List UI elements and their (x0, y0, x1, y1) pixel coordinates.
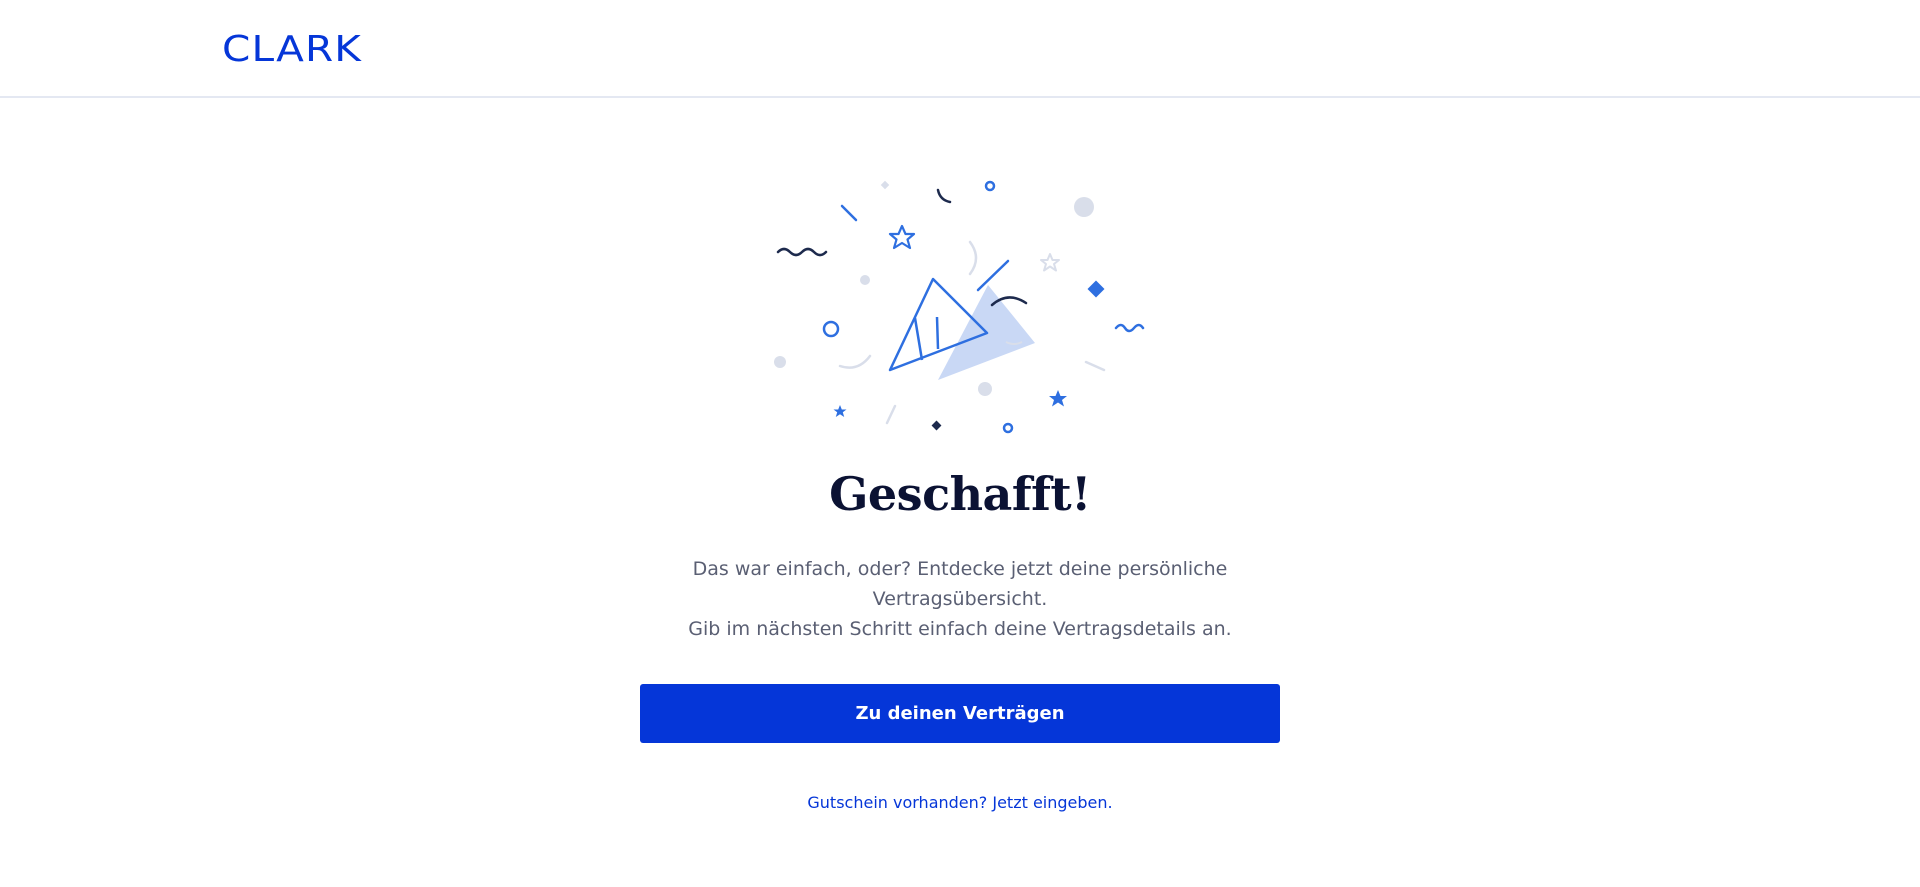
top-header: CLARK (0, 0, 1920, 98)
go-to-contracts-button[interactable]: Zu deinen Verträgen (640, 684, 1280, 743)
line-confetti (976, 259, 1010, 292)
line-confetti (840, 204, 858, 222)
line-confetti (1084, 360, 1106, 372)
line-confetti (885, 404, 897, 425)
circle-confetti (774, 356, 786, 368)
arc-confetti (936, 188, 952, 204)
description-line: Vertragsübersicht. (872, 588, 1048, 610)
success-description: Das war einfach, oder? Entdecke jetzt de… (0, 554, 1920, 644)
circle-confetti (860, 275, 870, 285)
voucher-link[interactable]: Gutschein vorhanden? Jetzt eingeben. (0, 791, 1920, 815)
circle-confetti (984, 180, 996, 192)
star-filled-confetti (833, 405, 847, 417)
circle-confetti (822, 320, 840, 338)
popper-stripe (935, 316, 940, 350)
squiggle-confetti (1114, 323, 1145, 333)
logo-text: CLARK (222, 30, 362, 66)
arc-confetti (838, 354, 872, 369)
circle-confetti (1002, 422, 1014, 434)
party-popper-confetti-icon (774, 180, 1145, 434)
page-title: Geschafft! (829, 467, 1091, 521)
description-line: Das war einfach, oder? Entdecke jetzt de… (692, 558, 1228, 580)
description-line: Gib im nächsten Schritt einfach deine Ve… (688, 618, 1232, 640)
popper-stripe (913, 317, 924, 361)
diamond-confetti (1087, 280, 1105, 298)
circle-confetti (1074, 197, 1094, 217)
star-outline-confetti (1040, 253, 1060, 272)
diamond-confetti (931, 420, 942, 431)
star-filled-confetti (1049, 390, 1067, 407)
squiggle-confetti (776, 247, 828, 257)
star-outline-confetti (888, 224, 916, 250)
arc-confetti (968, 240, 978, 276)
diamond-confetti (880, 180, 890, 190)
circle-confetti (978, 382, 992, 396)
clark-logo[interactable]: CLARK (222, 30, 362, 66)
